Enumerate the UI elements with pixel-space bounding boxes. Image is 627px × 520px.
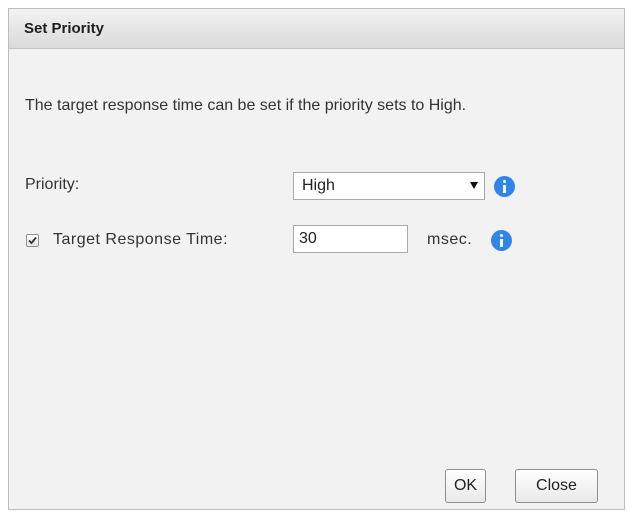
dropdown-arrow-icon [470,182,478,189]
target-response-input[interactable] [293,225,408,253]
target-response-label: Target Response Time: [53,231,229,248]
priority-selected-value: High [302,177,335,194]
close-button[interactable]: Close [515,469,598,503]
dialog-description: The target response time can be set if t… [25,97,467,114]
dialog-title: Set Priority [24,20,105,37]
target-response-checkbox[interactable] [26,234,39,247]
target-response-info-icon[interactable] [491,230,512,251]
unit-label: msec. [427,231,473,248]
priority-select[interactable]: High [293,172,485,200]
set-priority-dialog: Set Priority The target response time ca… [8,8,625,510]
ok-button[interactable]: OK [445,469,486,503]
dialog-titlebar[interactable]: Set Priority [9,9,624,49]
priority-info-icon[interactable] [494,176,515,197]
checkmark-icon [28,236,37,245]
priority-label: Priority: [25,176,80,193]
